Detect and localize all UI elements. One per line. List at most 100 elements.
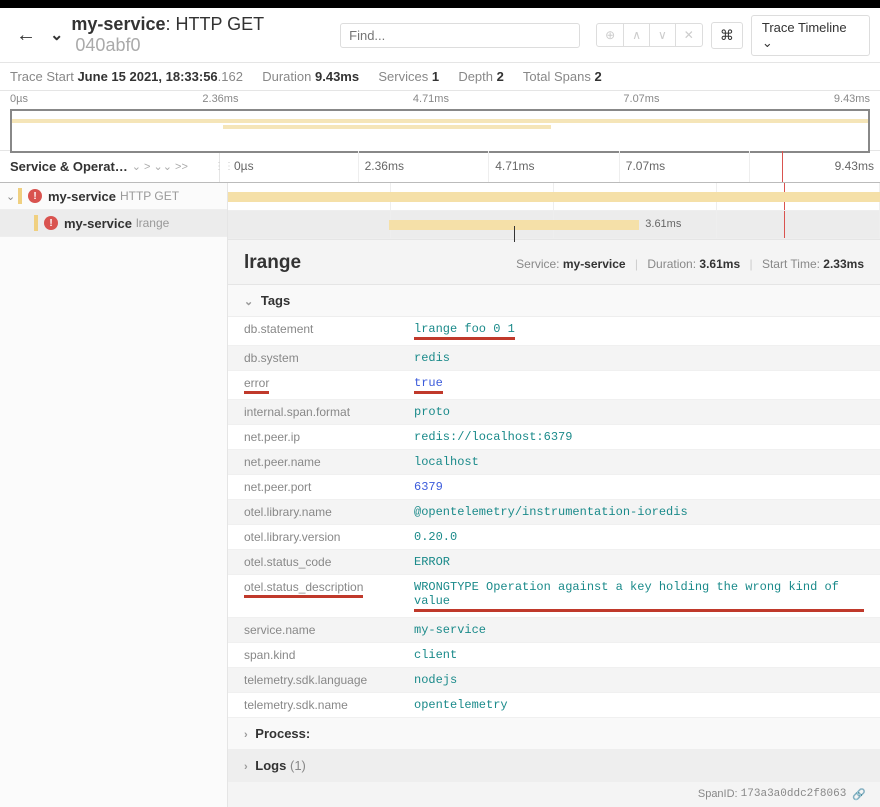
logs-count: (1) bbox=[290, 758, 306, 773]
span-detail-panel: lrange Service: my-service | Duration: 3… bbox=[228, 239, 880, 807]
find-target-icon[interactable]: ⊕ bbox=[597, 24, 624, 46]
minimap-ticks: 0µs 2.36ms 4.71ms 7.07ms 9.43ms bbox=[0, 91, 880, 105]
tag-value: redis bbox=[414, 351, 864, 365]
tick-label: 2.36ms bbox=[359, 151, 490, 182]
tick-label: 4.71ms bbox=[489, 151, 620, 182]
error-icon: ! bbox=[28, 189, 42, 203]
chevron-down-icon[interactable]: ⌄ bbox=[6, 190, 18, 203]
tag-row[interactable]: net.peer.ipredis://localhost:6379 bbox=[228, 425, 880, 450]
span-tree-row[interactable]: ⌄ ! my-service HTTP GET bbox=[0, 183, 227, 210]
chevron-right-icon: › bbox=[244, 729, 248, 741]
deep-link-icon[interactable]: 🔗 bbox=[852, 788, 866, 801]
tag-key: otel.status_code bbox=[244, 555, 414, 569]
service-value: my-service bbox=[563, 257, 626, 271]
tag-key: net.peer.ip bbox=[244, 430, 414, 444]
tag-row[interactable]: span.kindclient bbox=[228, 643, 880, 668]
process-label: Process: bbox=[255, 726, 310, 741]
back-button[interactable]: ← bbox=[10, 22, 42, 49]
chevron-down-icon: ⌄ bbox=[762, 35, 773, 50]
chevron-down-icon: ⌄ bbox=[244, 296, 253, 308]
view-mode-dropdown[interactable]: Trace Timeline ⌄ bbox=[751, 15, 870, 56]
tag-key: db.statement bbox=[244, 322, 414, 340]
span-bar-row[interactable]: 3.61ms bbox=[228, 211, 880, 239]
tag-row[interactable]: service.namemy-service bbox=[228, 618, 880, 643]
tag-value: localhost bbox=[414, 455, 864, 469]
span-bar[interactable] bbox=[389, 220, 639, 230]
tag-key: telemetry.sdk.name bbox=[244, 698, 414, 712]
span-service-name: my-service bbox=[48, 189, 116, 204]
span-duration-label: 3.61ms bbox=[645, 218, 681, 230]
minimap-track[interactable] bbox=[10, 109, 870, 153]
tag-key: error bbox=[244, 376, 414, 394]
tag-value: lrange foo 0 1 bbox=[414, 322, 864, 340]
tag-row[interactable]: internal.span.formatproto bbox=[228, 400, 880, 425]
tag-value: WRONGTYPE Operation against a key holdin… bbox=[414, 580, 864, 612]
view-mode-label: Trace Timeline bbox=[762, 20, 847, 35]
span-tree-row[interactable]: ! my-service lrange bbox=[0, 210, 227, 237]
find-clear-icon[interactable]: ✕ bbox=[676, 24, 702, 46]
duration-label: Duration bbox=[262, 69, 311, 84]
minimap-span-bar bbox=[223, 125, 551, 129]
tick-label: 0µs bbox=[228, 151, 359, 182]
span-bar-row[interactable] bbox=[228, 183, 880, 211]
minimap-span-bar bbox=[12, 119, 868, 123]
trace-start-ms: .162 bbox=[218, 69, 243, 84]
process-section-header[interactable]: › Process: bbox=[228, 718, 880, 750]
tag-row[interactable]: errortrue bbox=[228, 371, 880, 400]
tag-key: telemetry.sdk.language bbox=[244, 673, 414, 687]
keyboard-shortcuts-button[interactable]: ⌘ bbox=[711, 22, 743, 49]
tag-row[interactable]: otel.library.name@opentelemetry/instrume… bbox=[228, 500, 880, 525]
tag-key: internal.span.format bbox=[244, 405, 414, 419]
tag-row[interactable]: net.peer.port6379 bbox=[228, 475, 880, 500]
tag-row[interactable]: otel.status_descriptionWRONGTYPE Operati… bbox=[228, 575, 880, 618]
tag-value: proto bbox=[414, 405, 864, 419]
detail-title: lrange bbox=[244, 252, 301, 274]
chevron-right-icon: › bbox=[244, 761, 248, 773]
error-icon: ! bbox=[44, 216, 58, 230]
tag-row[interactable]: otel.library.version0.20.0 bbox=[228, 525, 880, 550]
resize-handle[interactable]: ⋮⋮ bbox=[220, 151, 228, 182]
tags-section-header[interactable]: ⌄ Tags bbox=[228, 285, 880, 317]
depth-label: Depth bbox=[458, 69, 493, 84]
tag-value: ERROR bbox=[414, 555, 864, 569]
log-tick-marker bbox=[514, 226, 515, 242]
span-service-name: my-service bbox=[64, 216, 132, 231]
services-value: 1 bbox=[432, 69, 439, 84]
find-next-icon[interactable]: ∨ bbox=[650, 24, 676, 46]
expand-arrows[interactable]: ⌄ > ⌄⌄ >> bbox=[132, 160, 188, 173]
start-time-label: Start Time: bbox=[762, 257, 820, 271]
total-spans-label: Total Spans bbox=[523, 69, 591, 84]
logs-section-header[interactable]: › Logs (1) bbox=[228, 750, 880, 782]
current-time-marker bbox=[782, 151, 783, 182]
span-tree-panel: ⌄ ! my-service HTTP GET ! my-service lra… bbox=[0, 183, 228, 807]
trace-stats-bar: Trace Start June 15 2021, 18:33:56.162 D… bbox=[0, 63, 880, 91]
service-label: Service: bbox=[516, 257, 559, 271]
trace-start-label: Trace Start bbox=[10, 69, 74, 84]
spanid-label: SpanID: bbox=[698, 788, 738, 801]
tag-row[interactable]: telemetry.sdk.nameopentelemetry bbox=[228, 693, 880, 718]
tag-row[interactable]: db.statementlrange foo 0 1 bbox=[228, 317, 880, 346]
tag-row[interactable]: otel.status_codeERROR bbox=[228, 550, 880, 575]
detail-meta: Service: my-service | Duration: 3.61ms |… bbox=[516, 257, 864, 271]
tick-label: 9.43ms bbox=[750, 151, 880, 182]
tag-row[interactable]: telemetry.sdk.languagenodejs bbox=[228, 668, 880, 693]
total-spans-value: 2 bbox=[594, 69, 601, 84]
window-black-bar bbox=[0, 0, 880, 8]
span-bar[interactable] bbox=[228, 192, 880, 202]
tag-row[interactable]: net.peer.namelocalhost bbox=[228, 450, 880, 475]
tag-value: client bbox=[414, 648, 864, 662]
tag-row[interactable]: db.systemredis bbox=[228, 346, 880, 371]
tag-key: service.name bbox=[244, 623, 414, 637]
tag-key: span.kind bbox=[244, 648, 414, 662]
tick-label: 7.07ms bbox=[620, 151, 751, 182]
find-prev-icon[interactable]: ∧ bbox=[624, 24, 650, 46]
span-operation-name: HTTP GET bbox=[120, 189, 179, 203]
find-input[interactable] bbox=[340, 23, 580, 48]
duration-value: 3.61ms bbox=[699, 257, 740, 271]
service-color-bar bbox=[34, 215, 38, 231]
service-color-bar bbox=[18, 188, 22, 204]
collapse-toggle[interactable]: ⌄ bbox=[50, 25, 63, 45]
title-operation: HTTP GET bbox=[176, 14, 264, 34]
tag-value: my-service bbox=[414, 623, 864, 637]
minimap[interactable]: 0µs 2.36ms 4.71ms 7.07ms 9.43ms bbox=[0, 91, 880, 151]
